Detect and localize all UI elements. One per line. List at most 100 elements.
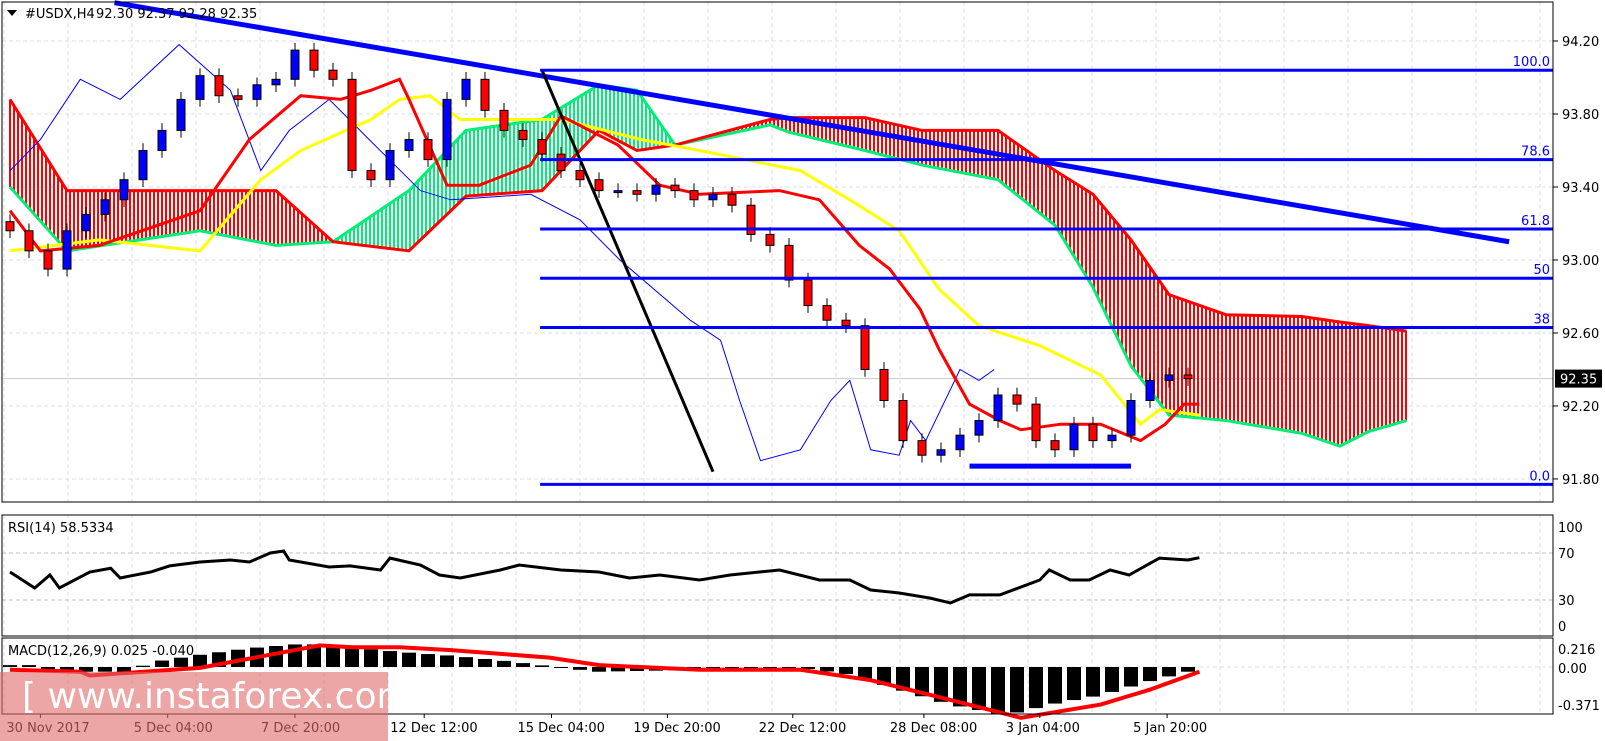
candle-body (936, 449, 946, 456)
time-tick-label: 15 Dec 04:00 (518, 721, 605, 736)
macd-histogram-bar (1162, 667, 1176, 677)
candle (879, 362, 889, 408)
macd-histogram-bar (364, 649, 378, 667)
candle-body (841, 319, 851, 327)
candle (157, 123, 167, 158)
rsi-line (9, 549, 1200, 605)
ohlc-readout: 92.30 92.37 92.28 92.35 (96, 7, 257, 22)
candle-body (594, 179, 604, 192)
candle (271, 72, 281, 93)
symbol-label: #USDX,H4 (25, 7, 95, 22)
candle (537, 132, 547, 162)
fib-level-label: 78.6 (1521, 145, 1550, 160)
candle (366, 163, 376, 187)
macd-histogram-bar (1029, 667, 1043, 709)
candle-body (708, 193, 718, 201)
candle-body (822, 305, 832, 321)
candle-body (233, 95, 243, 100)
candle (651, 177, 661, 202)
candle (822, 298, 832, 328)
candle-body (499, 109, 509, 131)
macd-histogram-bar (3, 665, 17, 667)
candle (214, 68, 224, 104)
macd-histogram-bar (535, 665, 549, 667)
candle (480, 72, 490, 118)
candle (955, 427, 965, 458)
candle-body (765, 233, 775, 246)
macd-histogram-bar (1143, 667, 1157, 682)
candle (328, 62, 338, 87)
candle-body (252, 84, 262, 100)
macd-histogram-bar (383, 651, 397, 667)
candle (81, 207, 91, 239)
grid (2, 2, 1553, 714)
macd-histogram-bar (1067, 667, 1081, 701)
macd-tick-label: 0.00 (1558, 662, 1587, 677)
candle-body (176, 98, 186, 131)
candle (841, 312, 851, 333)
candle (62, 223, 72, 277)
macd-histogram-bar (402, 652, 416, 667)
fib-level-label: 61.8 (1521, 214, 1550, 229)
macd-histogram-bar (1181, 667, 1195, 672)
candle-body (879, 368, 889, 401)
main-pane-border (1, 1, 1554, 503)
candle-body (480, 78, 490, 111)
candle-body (309, 49, 319, 71)
candle-body (537, 139, 547, 155)
time-tick-label: 22 Dec 12:00 (759, 721, 846, 736)
macd-histogram-bar (592, 667, 606, 672)
macd-histogram-bar (1048, 667, 1062, 704)
fib-level-label: 38 (1533, 312, 1550, 327)
candle (309, 42, 319, 78)
candle-body (1126, 399, 1136, 436)
macd-histogram-bar (1010, 667, 1024, 713)
trading-chart[interactable]: 100.0 78.6 61.8 50 38 0.0 94.20 93.80 93.40 93.0… (0, 0, 1605, 741)
macd-histogram-bar (478, 658, 492, 667)
candle-body (518, 129, 528, 141)
macd-histogram-bar (326, 645, 340, 667)
candle (290, 42, 300, 87)
candle (670, 177, 680, 198)
candle (727, 186, 737, 213)
time-tick-label: 5 Jan 20:00 (1133, 721, 1207, 736)
macd-histogram-bar (991, 667, 1005, 714)
candle-body (271, 78, 281, 86)
macd-tick-label: -0.371 (1558, 699, 1600, 714)
candle-body (423, 139, 433, 161)
watermark-text: [ www.instaforex.com ] (22, 676, 437, 717)
time-tick-label: 3 Jan 04:00 (1006, 721, 1080, 736)
candle-body (1164, 374, 1174, 381)
candle-body (784, 244, 794, 281)
candle-body (1088, 423, 1098, 442)
rsi-tick-label: 100 (1558, 521, 1583, 536)
candle-body (5, 221, 15, 232)
rsi-label: RSI(14) 58.5334 (8, 521, 114, 536)
price-tick-label: 93.80 (1562, 108, 1599, 123)
candle-body (556, 153, 566, 172)
swing-line[interactable] (540, 69, 715, 473)
macd-histogram-bar (174, 657, 188, 667)
time-tick-label: 12 Dec 12:00 (390, 721, 477, 736)
candle-body (195, 75, 205, 100)
macd-histogram-bar (459, 657, 473, 667)
candle (974, 413, 984, 443)
candle-body (1069, 423, 1079, 451)
macd-histogram-bar (136, 665, 150, 667)
candle-body (1107, 434, 1117, 442)
candle (1012, 387, 1022, 412)
candle (613, 183, 623, 198)
rsi-tick-label: 0 (1558, 620, 1566, 635)
collapse-triangle-icon[interactable] (7, 10, 17, 16)
candle-body (119, 179, 129, 201)
candle-body (385, 149, 395, 181)
candle (385, 143, 395, 187)
candle-body (860, 325, 870, 370)
fib-level-label: 100.0 (1513, 55, 1550, 70)
candle (5, 214, 15, 239)
watermark: [ www.instaforex.com ] (0, 672, 437, 741)
candle-body (575, 170, 585, 181)
candle-body (138, 149, 148, 181)
price-tick-label: 92.20 (1562, 400, 1599, 415)
candle-body (689, 190, 699, 201)
